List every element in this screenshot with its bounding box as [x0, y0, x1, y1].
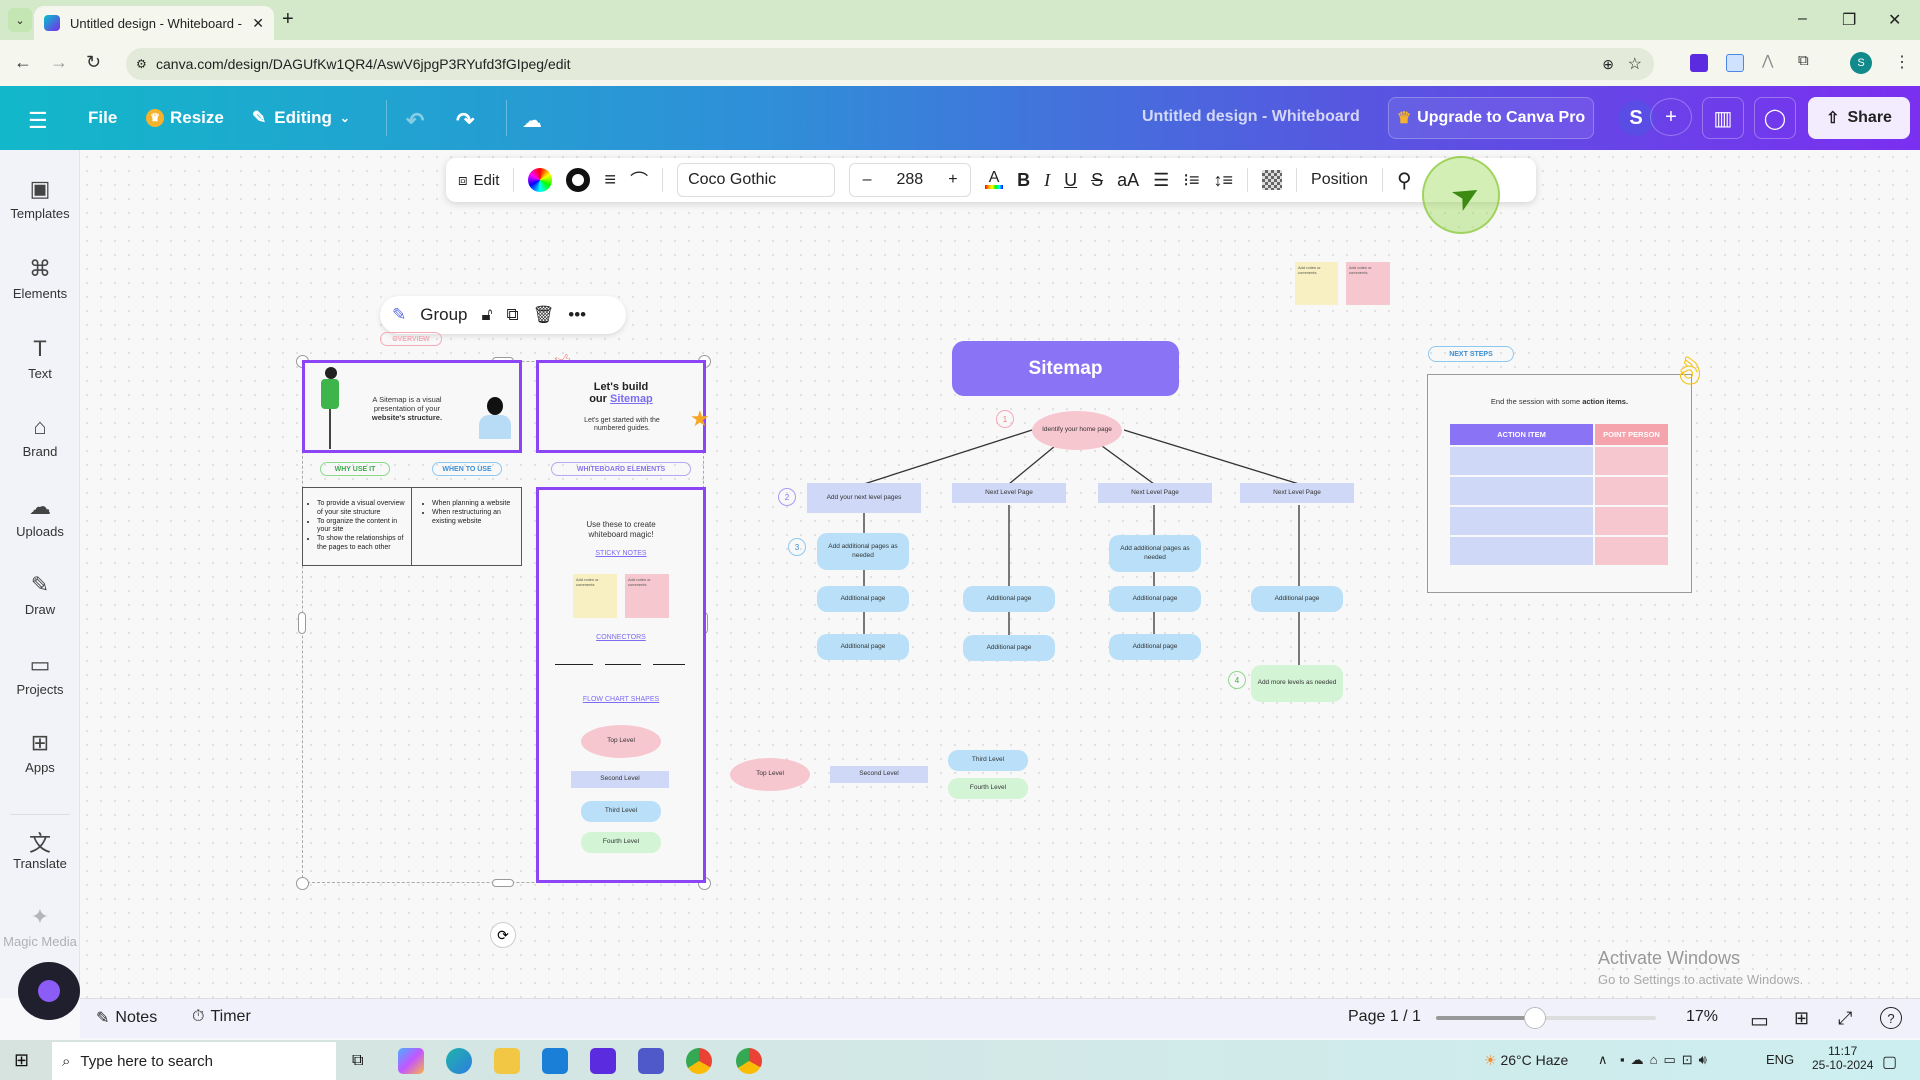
next-steps-pill: NEXT STEPS: [1428, 346, 1514, 362]
weather-widget[interactable]: ☀ 26°C Haze: [1484, 1052, 1568, 1069]
tray-overflow-icon[interactable]: ∧: [1598, 1052, 1608, 1068]
level2-node[interactable]: Add your next level pages: [807, 483, 921, 513]
step-number-1: 1: [996, 410, 1014, 428]
timer-icon: ⏱︎: [192, 1008, 205, 1025]
zoom-slider[interactable]: [1436, 1016, 1656, 1020]
file-explorer-icon[interactable]: [494, 1048, 520, 1074]
step-number-4: 4: [1228, 671, 1246, 689]
add-more-levels-node[interactable]: Add more levels as needed: [1251, 665, 1343, 702]
second-level-shape[interactable]: Second Level: [830, 766, 928, 783]
table-row: [1450, 477, 1669, 505]
third-level-shape[interactable]: Third Level: [948, 750, 1028, 771]
level2-node[interactable]: Next Level Page: [1098, 483, 1212, 503]
app-icon[interactable]: [590, 1048, 616, 1074]
zoom-percentage[interactable]: 17%: [1686, 1008, 1718, 1026]
sticky-note-pink[interactable]: Add notes or comments: [1346, 262, 1390, 305]
notes-icon: ✎: [96, 1010, 110, 1027]
clock[interactable]: 11:17 25-10-2024: [1812, 1044, 1873, 1072]
connector-line: [1008, 445, 1056, 485]
teams-app-icon[interactable]: [638, 1048, 664, 1074]
action-item-cell[interactable]: [1450, 477, 1593, 505]
action-items-card[interactable]: End the session with some action items. …: [1427, 374, 1692, 593]
table-row: [1450, 537, 1669, 565]
level2-node[interactable]: Next Level Page: [952, 483, 1066, 503]
task-view-icon[interactable]: ⧉: [352, 1052, 363, 1070]
mail-app-icon[interactable]: [542, 1048, 568, 1074]
search-icon: ⌕: [62, 1052, 71, 1070]
chrome-profile-a-icon[interactable]: [686, 1048, 712, 1074]
copilot-app-icon[interactable]: [398, 1048, 424, 1074]
weather-text: 26°C Haze: [1500, 1052, 1569, 1068]
timer-label: Timer: [210, 1008, 251, 1025]
home-page-node[interactable]: Identify your home page: [1032, 411, 1122, 450]
notes-label: Notes: [115, 1009, 158, 1026]
additional-page-node[interactable]: Additional page: [963, 586, 1055, 612]
top-level-shape[interactable]: Top Level: [730, 758, 810, 791]
additional-page-node[interactable]: Additional page: [817, 586, 909, 612]
activate-windows-subtext: Go to Settings to activate Windows.: [1598, 972, 1804, 987]
windows-start-icon[interactable]: ⊞: [14, 1050, 29, 1071]
additional-page-node[interactable]: Additional page: [1109, 586, 1201, 612]
page-view-icon[interactable]: ▭: [1750, 1008, 1769, 1033]
end-session-text: End the session with some action items.: [1490, 397, 1629, 406]
additional-page-node[interactable]: Additional page: [1251, 586, 1343, 612]
weather-icon: ☀: [1484, 1052, 1497, 1068]
level3-node[interactable]: Add additional pages as needed: [817, 533, 909, 570]
help-icon[interactable]: ?: [1880, 1007, 1902, 1029]
point-person-cell[interactable]: [1595, 537, 1668, 565]
table-header-action-item: ACTION ITEM: [1450, 424, 1593, 445]
grid-view-icon[interactable]: ⊞: [1794, 1008, 1809, 1029]
fullscreen-icon[interactable]: ⤢: [1838, 1008, 1852, 1029]
additional-page-node[interactable]: Additional page: [963, 635, 1055, 661]
sticky-note-yellow[interactable]: Add notes or comments: [1295, 262, 1338, 305]
date-text: 25-10-2024: [1812, 1058, 1874, 1072]
page-indicator[interactable]: Page 1 / 1: [1348, 1008, 1421, 1026]
table-row: [1450, 447, 1669, 475]
step-number-2: 2: [778, 488, 796, 506]
fourth-level-shape[interactable]: Fourth Level: [948, 778, 1028, 799]
zoom-slider-handle[interactable]: [1524, 1007, 1546, 1029]
step-number-3: 3: [788, 538, 806, 556]
time-text: 11:17: [1828, 1044, 1858, 1058]
point-person-cell[interactable]: [1595, 447, 1668, 475]
table-row: [1450, 507, 1669, 535]
canva-assistant-button[interactable]: [18, 962, 80, 1020]
ok-hand-icon: 👌︎: [1672, 355, 1708, 386]
language-indicator[interactable]: ENG: [1766, 1052, 1794, 1067]
connector-line: [1123, 429, 1300, 485]
additional-page-node[interactable]: Additional page: [817, 634, 909, 660]
notes-button[interactable]: ✎ Notes: [96, 1008, 157, 1028]
search-placeholder: Type here to search: [80, 1052, 213, 1070]
notifications-icon[interactable]: ▢: [1882, 1052, 1897, 1072]
additional-page-node[interactable]: Additional page: [1109, 634, 1201, 660]
edge-app-icon[interactable]: [446, 1048, 472, 1074]
table-header-point-person: POINT PERSON: [1595, 424, 1668, 445]
connector-line: [1101, 445, 1155, 485]
chrome-profile-s-icon[interactable]: [736, 1048, 762, 1074]
point-person-cell[interactable]: [1595, 477, 1668, 505]
point-person-cell[interactable]: [1595, 507, 1668, 535]
system-tray-icons[interactable]: ▪☁⌂▭⊡🔊︎: [1620, 1052, 1713, 1068]
timer-button[interactable]: ⏱︎ Timer: [192, 1008, 251, 1026]
action-items-table: ACTION ITEM POINT PERSON: [1450, 424, 1669, 565]
connector-line: [863, 429, 1033, 485]
zoom-slider-fill: [1436, 1016, 1535, 1020]
sitemap-title-banner[interactable]: Sitemap: [952, 341, 1179, 396]
activate-windows-watermark: Activate Windows: [1598, 948, 1741, 968]
assistant-orb-icon: [38, 980, 60, 1002]
action-item-cell[interactable]: [1450, 447, 1593, 475]
action-item-cell[interactable]: [1450, 507, 1593, 535]
taskbar-search[interactable]: ⌕ Type here to search: [52, 1042, 336, 1080]
action-item-cell[interactable]: [1450, 537, 1593, 565]
level2-node[interactable]: Next Level Page: [1240, 483, 1354, 503]
level3-node[interactable]: Add additional pages as needed: [1109, 535, 1201, 572]
